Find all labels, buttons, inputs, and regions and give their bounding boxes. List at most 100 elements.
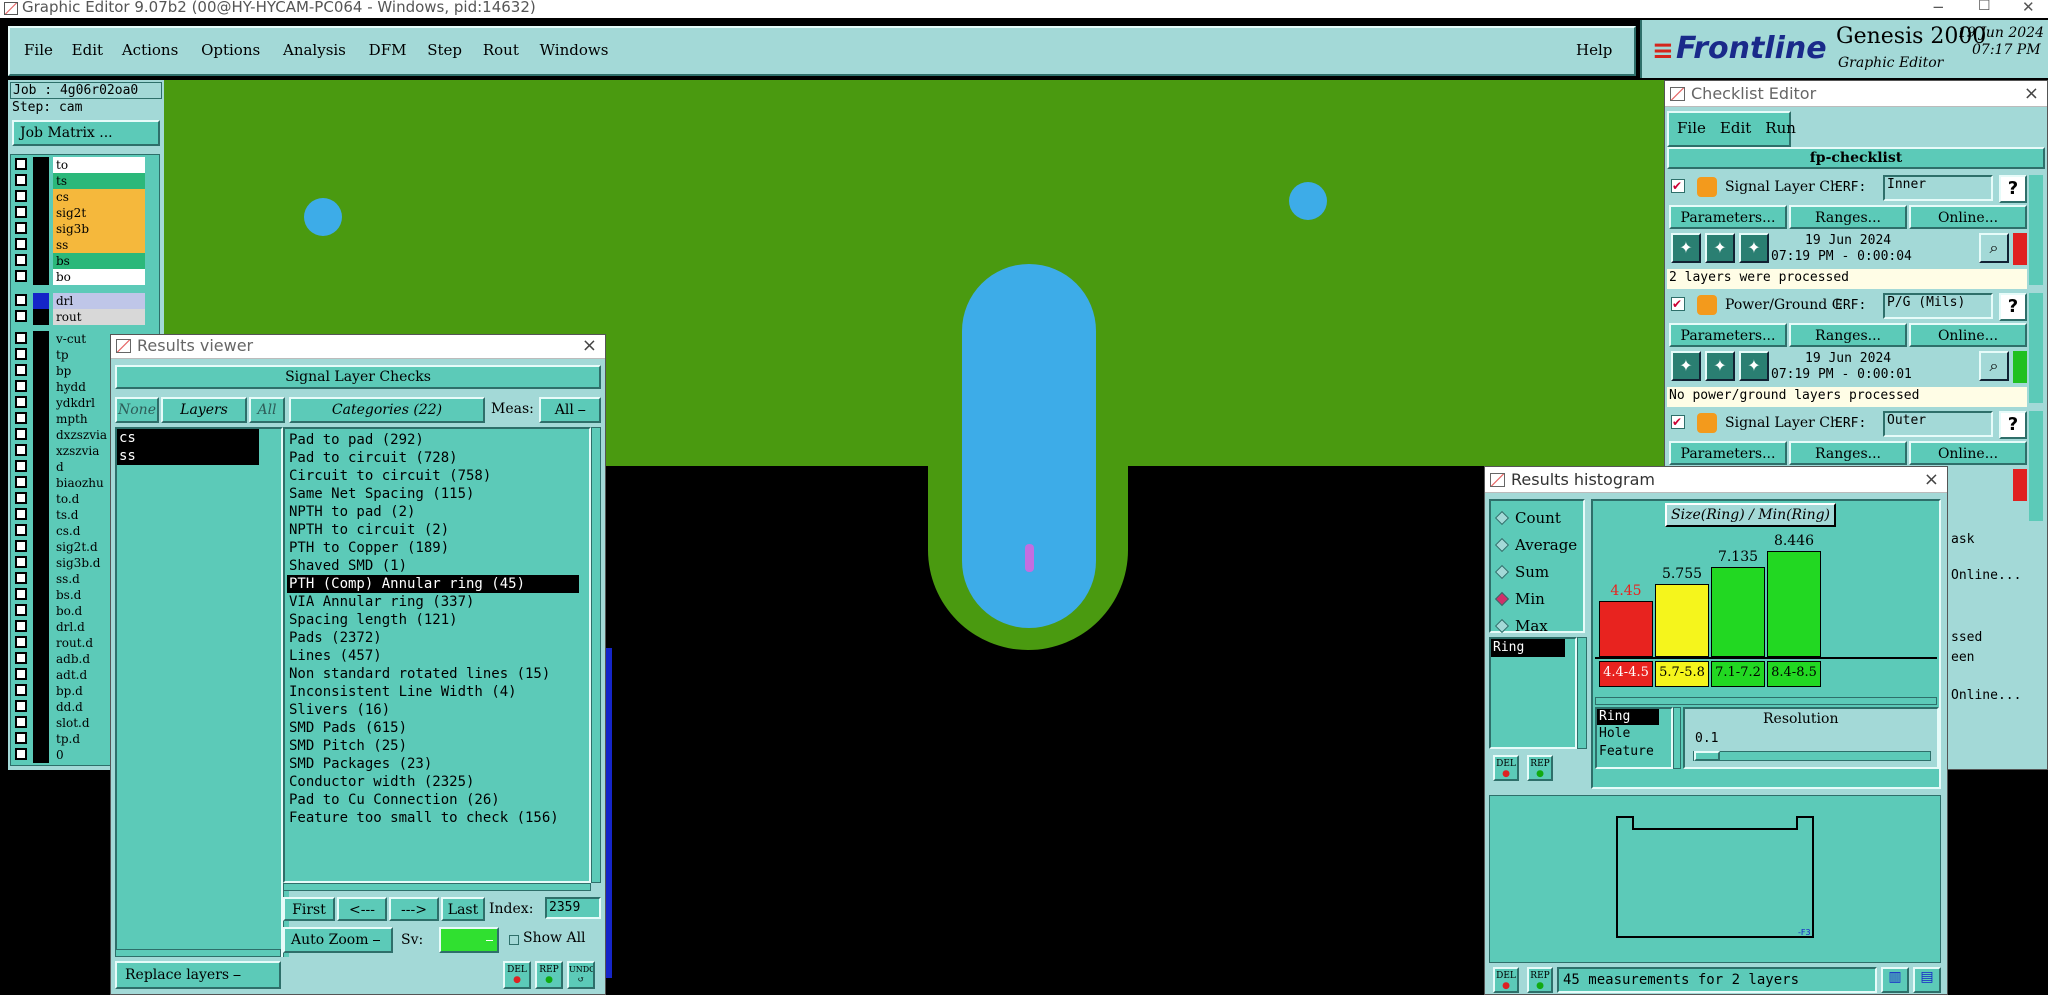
del-button[interactable]: DEL ● (503, 961, 531, 989)
parameters-button[interactable]: Parameters... (1669, 323, 1787, 347)
layer-checkbox[interactable] (15, 460, 27, 472)
list-item[interactable]: Hole (1597, 725, 1671, 743)
last-button[interactable]: Last (441, 897, 485, 921)
show-all-checkbox[interactable] (509, 935, 519, 945)
zoom-icon[interactable]: ⌕ (1979, 351, 2009, 381)
layer-checkbox[interactable] (15, 364, 27, 376)
parameters-button[interactable]: Parameters... (1669, 441, 1787, 465)
zoom-icon[interactable]: ⌕ (1979, 233, 2009, 263)
histogram-icon-2[interactable]: ▤ (1913, 967, 1941, 993)
ranges-button[interactable]: Ranges... (1789, 205, 1907, 229)
layer-checkbox[interactable] (15, 732, 27, 744)
field-list-scrollbar[interactable] (1673, 707, 1681, 769)
layer-checkbox[interactable] (15, 412, 27, 424)
auto-zoom-dropdown[interactable]: Auto Zoom ⎯ (283, 927, 393, 953)
menu-rout[interactable]: Rout (483, 41, 519, 59)
layer-list-hscroll[interactable] (115, 949, 281, 957)
categories-list[interactable]: Pad to pad (292) Pad to circuit (728) Circ… (283, 427, 591, 883)
layer-row[interactable]: bs (15, 253, 157, 269)
list-item[interactable]: Ring (1597, 709, 1659, 725)
menu-edit[interactable]: Edit (72, 41, 103, 59)
menu-analysis[interactable]: Analysis (283, 41, 346, 59)
close-icon[interactable]: × (582, 335, 597, 357)
slider-thumb[interactable] (1694, 751, 1720, 761)
category-item[interactable]: Pad to circuit (728) (287, 449, 589, 467)
stop-icon[interactable]: ✦ (1739, 351, 1769, 381)
hist-rep-button[interactable]: REP ● (1527, 755, 1553, 781)
replace-layers-dropdown[interactable]: Replace layers ⎯ (115, 961, 281, 989)
all-button[interactable]: All (249, 397, 285, 423)
list-item[interactable]: Feature (1597, 743, 1671, 761)
category-item[interactable]: NPTH to circuit (2) (287, 521, 589, 539)
measure-list-scrollbar[interactable] (1577, 637, 1587, 749)
chart-hscroll[interactable] (1595, 697, 1937, 705)
category-item[interactable]: Conductor width (2325) (287, 773, 589, 791)
scroll-track[interactable] (2029, 411, 2043, 521)
category-item[interactable]: SMD Pads (615) (287, 719, 589, 737)
list-item[interactable]: cs (117, 429, 259, 447)
run-all-icon[interactable]: ✦ (1705, 351, 1735, 381)
mode-count[interactable]: Count (1494, 509, 1561, 527)
close-button[interactable]: ✕ (2022, 0, 2035, 16)
category-item[interactable]: Pad to Cu Connection (26) (287, 791, 589, 809)
none-button[interactable]: None (115, 397, 159, 423)
help-icon[interactable]: ? (1999, 175, 2027, 203)
sv-color-dropdown[interactable]: ⎯ (439, 927, 499, 953)
category-item[interactable]: SMD Pitch (25) (287, 737, 589, 755)
online-button[interactable]: Online... (1909, 441, 2027, 465)
layer-checkbox[interactable] (15, 524, 27, 536)
help-icon[interactable]: ? (1999, 293, 2027, 321)
layer-checkbox[interactable] (15, 428, 27, 440)
histogram-bar[interactable] (1711, 567, 1765, 657)
layer-checkbox[interactable] (15, 556, 27, 568)
layer-row[interactable]: sig2t (15, 205, 157, 221)
category-item[interactable]: PTH (Comp) Annular ring (45) (287, 575, 579, 593)
mode-max[interactable]: Max (1494, 617, 1548, 635)
histogram-bar[interactable] (1599, 601, 1653, 657)
category-item[interactable]: Non standard rotated lines (15) (287, 665, 589, 683)
layer-checkbox[interactable] (15, 492, 27, 504)
layer-checkbox[interactable] (15, 174, 27, 186)
layer-checkbox[interactable] (15, 380, 27, 392)
layer-checkbox[interactable] (15, 668, 27, 680)
layer-checkbox[interactable] (15, 572, 27, 584)
first-button[interactable]: First (283, 897, 335, 921)
prev-button[interactable]: <--- (337, 897, 387, 921)
category-item[interactable]: Shaved SMD (1) (287, 557, 589, 575)
mode-average[interactable]: Average (1494, 536, 1577, 554)
layer-row[interactable]: ts (15, 173, 157, 189)
layer-checkbox[interactable] (15, 238, 27, 250)
menu-dfm[interactable]: DFM (369, 41, 407, 59)
layer-checkbox[interactable] (15, 270, 27, 282)
layer-checkbox[interactable] (15, 310, 27, 322)
layer-results-list[interactable]: cs ss (115, 427, 283, 957)
meas-dropdown[interactable]: All ⎯ (539, 397, 601, 423)
layer-checkbox[interactable] (15, 652, 27, 664)
layer-checkbox[interactable] (15, 348, 27, 360)
job-matrix-button[interactable]: Job Matrix ... (12, 120, 160, 146)
layer-checkbox[interactable] (15, 700, 27, 712)
run-icon[interactable]: ✦ (1671, 233, 1701, 263)
histogram-icon-1[interactable]: ▥ (1881, 967, 1909, 993)
category-item[interactable]: Slivers (16) (287, 701, 589, 719)
online-button[interactable]: Online... (1909, 205, 2027, 229)
layer-checkbox[interactable] (15, 620, 27, 632)
category-item[interactable]: Circuit to circuit (758) (287, 467, 589, 485)
menu-step[interactable]: Step (427, 41, 462, 59)
list-item[interactable]: ss (117, 447, 259, 465)
layer-row[interactable]: cs (15, 189, 157, 205)
erf-field[interactable]: Outer (1883, 411, 1993, 437)
category-item[interactable]: SMD Packages (23) (287, 755, 589, 773)
measure-list[interactable]: Ring (1489, 637, 1577, 749)
layer-row[interactable]: to (15, 157, 157, 173)
checklist-menu-edit[interactable]: Edit (1720, 119, 1751, 137)
minimize-button[interactable]: − (1932, 0, 1945, 16)
layer-checkbox[interactable] (15, 476, 27, 488)
check-toggle[interactable]: ✔ (1671, 179, 1685, 193)
layer-checkbox[interactable] (15, 396, 27, 408)
layer-checkbox[interactable] (15, 636, 27, 648)
menu-file[interactable]: File (24, 41, 53, 59)
undo-button[interactable]: UNDO ↺ (567, 961, 595, 989)
maximize-button[interactable]: ☐ (1978, 0, 1991, 14)
stop-icon[interactable]: ✦ (1739, 233, 1769, 263)
